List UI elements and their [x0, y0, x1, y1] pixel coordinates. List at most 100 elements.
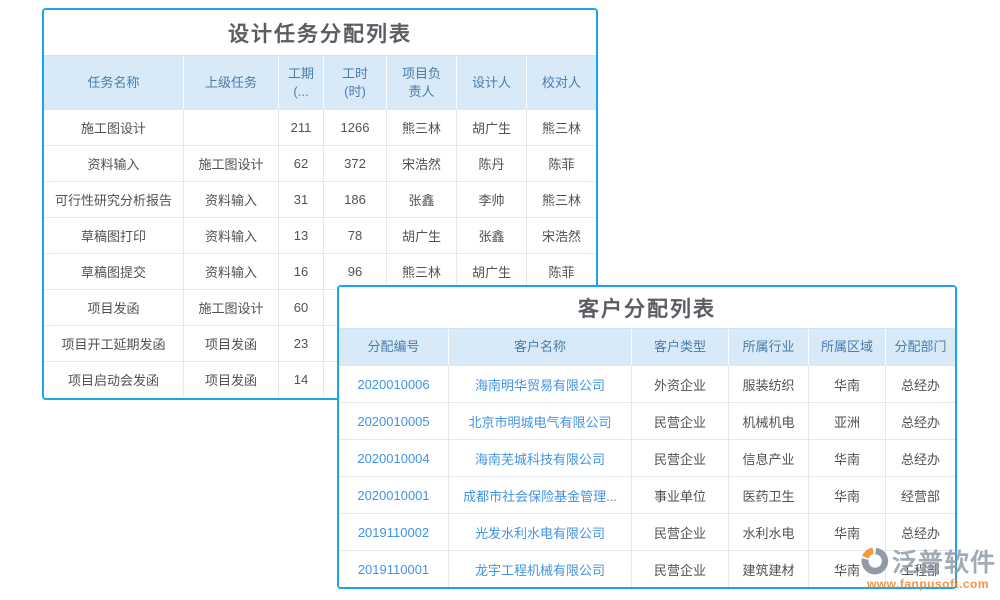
- assignment-id-link[interactable]: 2020010004: [339, 440, 449, 476]
- table-row[interactable]: 草稿图打印资料输入1378胡广生张鑫宋浩然: [44, 217, 596, 253]
- cell: 胡广生: [387, 218, 457, 253]
- cell: 项目启动会发函: [44, 362, 184, 397]
- cell: 62: [279, 146, 324, 181]
- customer-name-link[interactable]: 海南芜城科技有限公司: [449, 440, 632, 476]
- cell: 水利水电: [729, 514, 809, 550]
- cell: 372: [324, 146, 387, 181]
- cell: 资料输入: [44, 146, 184, 181]
- cell: 建筑建材: [729, 551, 809, 587]
- cell: 李帅: [457, 182, 527, 217]
- cell: 16: [279, 254, 324, 289]
- column-header: 项目负 责人: [387, 56, 457, 109]
- cell: 14: [279, 362, 324, 397]
- customer-name-link[interactable]: 龙宇工程机械有限公司: [449, 551, 632, 587]
- cell: 草稿图打印: [44, 218, 184, 253]
- cell: 31: [279, 182, 324, 217]
- cell: 胡广生: [457, 110, 527, 145]
- table-row[interactable]: 资料输入施工图设计62372宋浩然陈丹陈菲: [44, 145, 596, 181]
- customer-name-link[interactable]: 海南明华贸易有限公司: [449, 366, 632, 402]
- watermark-url: www.fanpusoft.com: [860, 577, 996, 591]
- cell: 资料输入: [184, 218, 279, 253]
- cell: 机械机电: [729, 403, 809, 439]
- table-row[interactable]: 2020010006海南明华贸易有限公司外资企业服装纺织华南总经办: [339, 365, 955, 402]
- cell: 资料输入: [184, 254, 279, 289]
- cell: 经营部: [886, 477, 955, 513]
- cell: 78: [324, 218, 387, 253]
- cell: 23: [279, 326, 324, 361]
- cell: 民营企业: [632, 551, 729, 587]
- fanpu-logo-icon: [860, 546, 890, 576]
- cell: 13: [279, 218, 324, 253]
- customer-name-link[interactable]: 成都市社会保险基金管理...: [449, 477, 632, 513]
- cell: 草稿图提交: [44, 254, 184, 289]
- assignment-id-link[interactable]: 2020010006: [339, 366, 449, 402]
- cell: 陈菲: [527, 146, 596, 181]
- customer-name-link[interactable]: 光发水利水电有限公司: [449, 514, 632, 550]
- table-row[interactable]: 2020010005北京市明城电气有限公司民营企业机械机电亚洲总经办: [339, 402, 955, 439]
- assignment-id-link[interactable]: 2020010001: [339, 477, 449, 513]
- customer-table-title: 客户分配列表: [339, 287, 955, 329]
- cell: 施工图设计: [184, 290, 279, 325]
- cell: 总经办: [886, 403, 955, 439]
- cell: 项目开工延期发函: [44, 326, 184, 361]
- cell: 熊三林: [527, 182, 596, 217]
- fanpu-watermark: 泛普软件 www.fanpusoft.com: [860, 543, 996, 591]
- table-row[interactable]: 草稿图提交资料输入1696熊三林胡广生陈菲: [44, 253, 596, 289]
- column-header: 工期 (...: [279, 56, 324, 109]
- cell: 施工图设计: [184, 146, 279, 181]
- cell: [184, 110, 279, 145]
- column-header: 设计人: [457, 56, 527, 109]
- cell: 宋浩然: [387, 146, 457, 181]
- column-header: 分配部门: [886, 329, 955, 365]
- cell: 60: [279, 290, 324, 325]
- assignment-id-link[interactable]: 2019110002: [339, 514, 449, 550]
- cell: 熊三林: [387, 110, 457, 145]
- column-header: 客户名称: [449, 329, 632, 365]
- cell: 华南: [809, 366, 886, 402]
- column-header: 工时 (时): [324, 56, 387, 109]
- cell: 民营企业: [632, 440, 729, 476]
- cell: 民营企业: [632, 403, 729, 439]
- cell: 张鑫: [387, 182, 457, 217]
- column-header: 所属行业: [729, 329, 809, 365]
- cell: 项目发函: [184, 362, 279, 397]
- cell: 项目发函: [184, 326, 279, 361]
- cell: 熊三林: [527, 110, 596, 145]
- assignment-id-link[interactable]: 2019110001: [339, 551, 449, 587]
- cell: 民营企业: [632, 514, 729, 550]
- page: 设计任务分配列表 任务名称上级任务工期 (...工时 (时)项目负 责人设计人校…: [0, 0, 1000, 600]
- cell: 可行性研究分析报告: [44, 182, 184, 217]
- column-header: 上级任务: [184, 56, 279, 109]
- cell: 医药卫生: [729, 477, 809, 513]
- cell: 186: [324, 182, 387, 217]
- cell: 事业单位: [632, 477, 729, 513]
- table-header-row: 任务名称上级任务工期 (...工时 (时)项目负 责人设计人校对人: [44, 56, 596, 109]
- cell: 总经办: [886, 366, 955, 402]
- column-header: 校对人: [527, 56, 596, 109]
- table-row[interactable]: 施工图设计2111266熊三林胡广生熊三林: [44, 109, 596, 145]
- cell: 张鑫: [457, 218, 527, 253]
- cell: 96: [324, 254, 387, 289]
- cell: 项目发函: [44, 290, 184, 325]
- customer-name-link[interactable]: 北京市明城电气有限公司: [449, 403, 632, 439]
- cell: 华南: [809, 477, 886, 513]
- cell: 211: [279, 110, 324, 145]
- assignment-id-link[interactable]: 2020010005: [339, 403, 449, 439]
- cell: 施工图设计: [44, 110, 184, 145]
- cell: 1266: [324, 110, 387, 145]
- column-header: 客户类型: [632, 329, 729, 365]
- cell: 陈菲: [527, 254, 596, 289]
- cell: 胡广生: [457, 254, 527, 289]
- cell: 华南: [809, 440, 886, 476]
- table-row[interactable]: 可行性研究分析报告资料输入31186张鑫李帅熊三林: [44, 181, 596, 217]
- cell: 服装纺织: [729, 366, 809, 402]
- table-row[interactable]: 2020010004海南芜城科技有限公司民营企业信息产业华南总经办: [339, 439, 955, 476]
- cell: 资料输入: [184, 182, 279, 217]
- cell: 外资企业: [632, 366, 729, 402]
- cell: 亚洲: [809, 403, 886, 439]
- table-row[interactable]: 2020010001成都市社会保险基金管理...事业单位医药卫生华南经营部: [339, 476, 955, 513]
- table-header-row: 分配编号客户名称客户类型所属行业所属区域分配部门: [339, 329, 955, 365]
- watermark-brand: 泛普软件: [892, 543, 996, 579]
- cell: 熊三林: [387, 254, 457, 289]
- column-header: 任务名称: [44, 56, 184, 109]
